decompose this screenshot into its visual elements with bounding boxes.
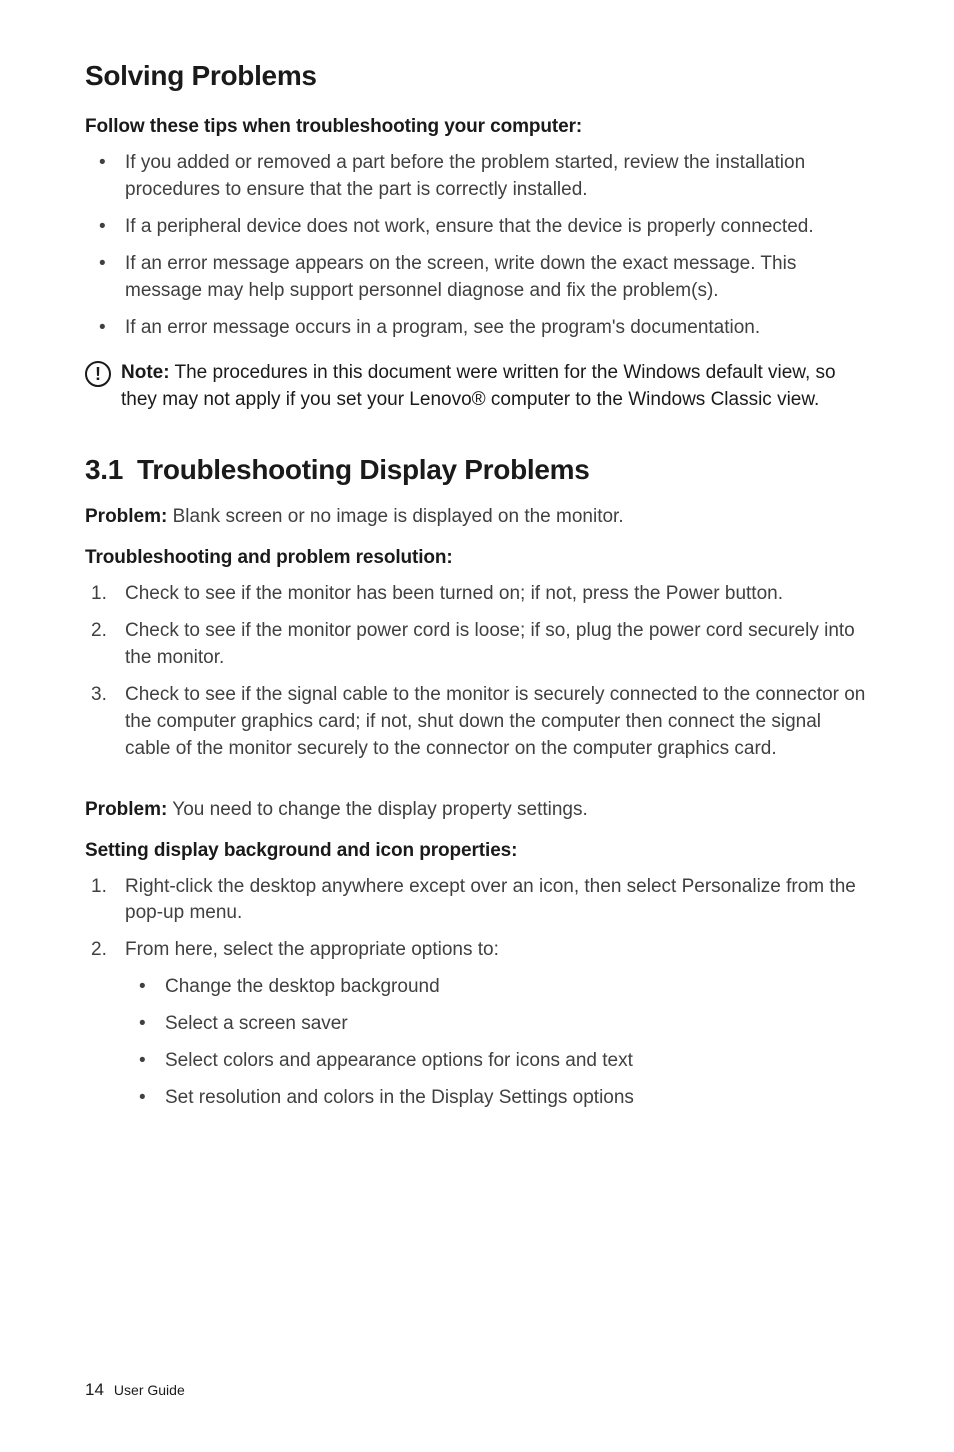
list-item: Set resolution and colors in the Display… xyxy=(125,1085,869,1112)
list-item: Right-click the desktop anywhere except … xyxy=(85,874,869,928)
section-heading: 3.1 Troubleshooting Display Problems xyxy=(85,454,869,486)
problem-text: Blank screen or no image is displayed on… xyxy=(167,506,623,527)
list-item: Check to see if the signal cable to the … xyxy=(85,682,869,763)
list-item: Check to see if the monitor power cord i… xyxy=(85,618,869,672)
section-title: Troubleshooting Display Problems xyxy=(137,454,589,485)
resolution-steps: Check to see if the monitor has been tur… xyxy=(85,581,869,763)
tips-list: If you added or removed a part before th… xyxy=(85,150,869,342)
list-item: If an error message occurs in a program,… xyxy=(85,315,869,342)
list-item: If an error message appears on the scree… xyxy=(85,251,869,305)
note-block: ! Note: The procedures in this document … xyxy=(85,360,869,414)
section-number: 3.1 xyxy=(85,454,123,486)
list-item: Change the desktop background xyxy=(125,974,869,1001)
problem-label: Problem: xyxy=(85,506,167,527)
list-item: If a peripheral device does not work, en… xyxy=(85,214,869,241)
setting-sub-list: Change the desktop background Select a s… xyxy=(125,974,869,1112)
list-item: Check to see if the monitor has been tur… xyxy=(85,581,869,608)
problem-label: Problem: xyxy=(85,799,167,820)
setting-heading: Setting display background and icon prop… xyxy=(85,840,869,862)
note-text: Note: The procedures in this document we… xyxy=(121,360,869,414)
step-text: From here, select the appropriate option… xyxy=(125,939,499,960)
heading-solving-problems: Solving Problems xyxy=(85,60,869,92)
page-footer: 14 User Guide xyxy=(85,1380,185,1400)
list-item: From here, select the appropriate option… xyxy=(85,937,869,1112)
note-label: Note: xyxy=(121,362,170,383)
problem-text: You need to change the display property … xyxy=(167,799,587,820)
page-number: 14 xyxy=(85,1380,104,1399)
problem-1: Problem: Blank screen or no image is dis… xyxy=(85,504,869,531)
resolution-heading: Troubleshooting and problem resolution: xyxy=(85,547,869,569)
footer-label: User Guide xyxy=(114,1382,185,1398)
problem-2: Problem: You need to change the display … xyxy=(85,797,869,824)
note-body: The procedures in this document were wri… xyxy=(121,362,836,410)
setting-steps: Right-click the desktop anywhere except … xyxy=(85,874,869,1113)
tips-intro: Follow these tips when troubleshooting y… xyxy=(85,116,869,138)
list-item: If you added or removed a part before th… xyxy=(85,150,869,204)
list-item: Select colors and appearance options for… xyxy=(125,1048,869,1075)
attention-icon: ! xyxy=(85,361,111,387)
list-item: Select a screen saver xyxy=(125,1011,869,1038)
